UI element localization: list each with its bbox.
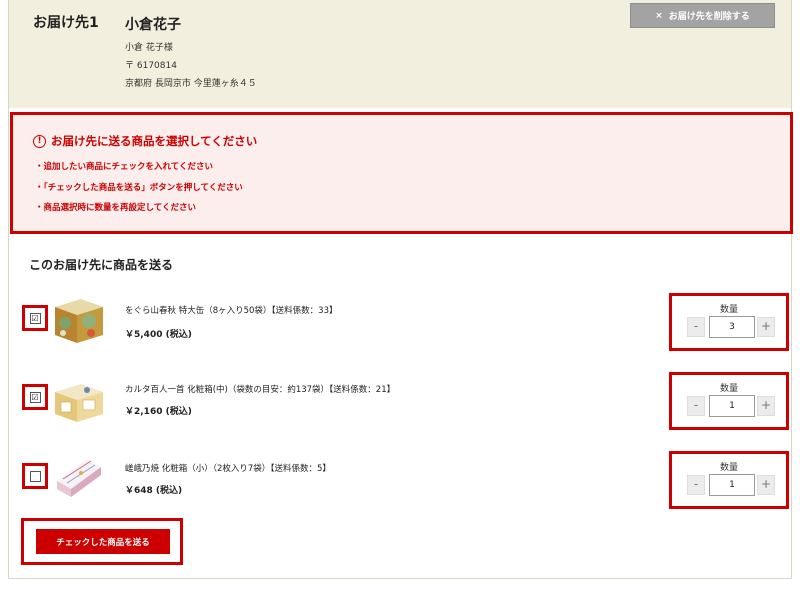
exclamation-circle-icon: !: [33, 134, 46, 148]
quantity-input[interactable]: 1: [709, 474, 755, 496]
quantity-minus-button[interactable]: -: [687, 396, 705, 416]
product-checkbox-wrapper[interactable]: ☑: [22, 305, 48, 331]
quantity-stepper: 数量 - 3 +: [669, 293, 789, 351]
product-price: ￥2,160 (税込): [125, 407, 192, 417]
product-checkbox-wrapper[interactable]: [22, 463, 48, 489]
product-name: 嵯峨乃焼 化粧箱（小）（2枚入り7袋）【送料係数：5】: [125, 464, 331, 474]
quantity-minus-button[interactable]: -: [687, 317, 705, 337]
error-item: ・追加したい商品にチェックを入れてください: [35, 162, 213, 172]
quantity-input[interactable]: 1: [709, 395, 755, 417]
product-row: ☑ カルタ百人一首 化粧箱(中)（袋数の目安：約137袋）【送料係数：21】 ￥…: [9, 364, 791, 434]
address-label: お届け先1: [33, 15, 99, 31]
address-header: お届け先1 小倉花子 小倉 花子様 〒 6170814 京都府 長岡京市 今里蓮…: [9, 0, 791, 108]
address-postal: 〒 6170814: [125, 61, 177, 71]
quantity-plus-button[interactable]: +: [757, 317, 775, 337]
product-price: ￥648 (税込): [125, 486, 183, 496]
error-title: ! お届け先に送る商品を選択してください: [33, 133, 257, 149]
error-title-text: お届け先に送る商品を選択してください: [51, 134, 258, 148]
quantity-input[interactable]: 3: [709, 316, 755, 338]
delete-address-label: お届け先を削除する: [668, 12, 750, 22]
product-checkbox[interactable]: [29, 470, 41, 482]
product-row: ☑ をぐら山春秋 特大缶（8ヶ入り50袋）【送料係数：33】 ￥5,400 (税…: [9, 285, 791, 355]
product-image: [55, 299, 103, 343]
address-recipient: 小倉 花子様: [125, 43, 173, 53]
close-icon: ×: [655, 10, 663, 21]
product-checkbox[interactable]: ☑: [29, 391, 41, 403]
quantity-label: 数量: [719, 463, 738, 473]
product-name: をぐら山春秋 特大缶（8ヶ入り50袋）【送料係数：33】: [125, 306, 338, 316]
section-title: このお届け先に商品を送る: [29, 258, 174, 272]
quantity-plus-button[interactable]: +: [757, 396, 775, 416]
error-item: ・商品選択時に数量を再設定してください: [35, 203, 196, 213]
error-item: ・「チェックした商品を送る」ボタンを押してください: [35, 183, 243, 193]
quantity-label: 数量: [719, 305, 738, 315]
product-price: ￥5,400 (税込): [125, 330, 192, 340]
quantity-plus-button[interactable]: +: [757, 475, 775, 495]
send-button-highlight: チェックした商品を送る: [21, 518, 183, 565]
product-image: [57, 459, 101, 497]
quantity-stepper: 数量 - 1 +: [669, 451, 789, 509]
product-name: カルタ百人一首 化粧箱(中)（袋数の目安：約137袋）【送料係数：21】: [125, 385, 396, 395]
quantity-minus-button[interactable]: -: [687, 475, 705, 495]
quantity-stepper: 数量 - 1 +: [669, 372, 789, 430]
address-street: 京都府 長岡京市 今里蓮ヶ糸４５: [125, 79, 257, 89]
quantity-label: 数量: [719, 384, 738, 394]
error-message-box: ! お届け先に送る商品を選択してください ・追加したい商品にチェックを入れてくだ…: [10, 112, 793, 234]
address-name: 小倉花子: [125, 17, 181, 33]
page-frame: お届け先1 小倉花子 小倉 花子様 〒 6170814 京都府 長岡京市 今里蓮…: [8, 0, 793, 579]
send-checked-products-button[interactable]: チェックした商品を送る: [36, 529, 170, 554]
product-checkbox[interactable]: ☑: [29, 312, 41, 324]
product-row: 嵯峨乃焼 化粧箱（小）（2枚入り7袋）【送料係数：5】 ￥648 (税込) 数量…: [9, 443, 791, 513]
delete-address-button[interactable]: × お届け先を削除する: [630, 3, 775, 28]
product-checkbox-wrapper[interactable]: ☑: [22, 384, 48, 410]
product-image: [55, 384, 103, 422]
